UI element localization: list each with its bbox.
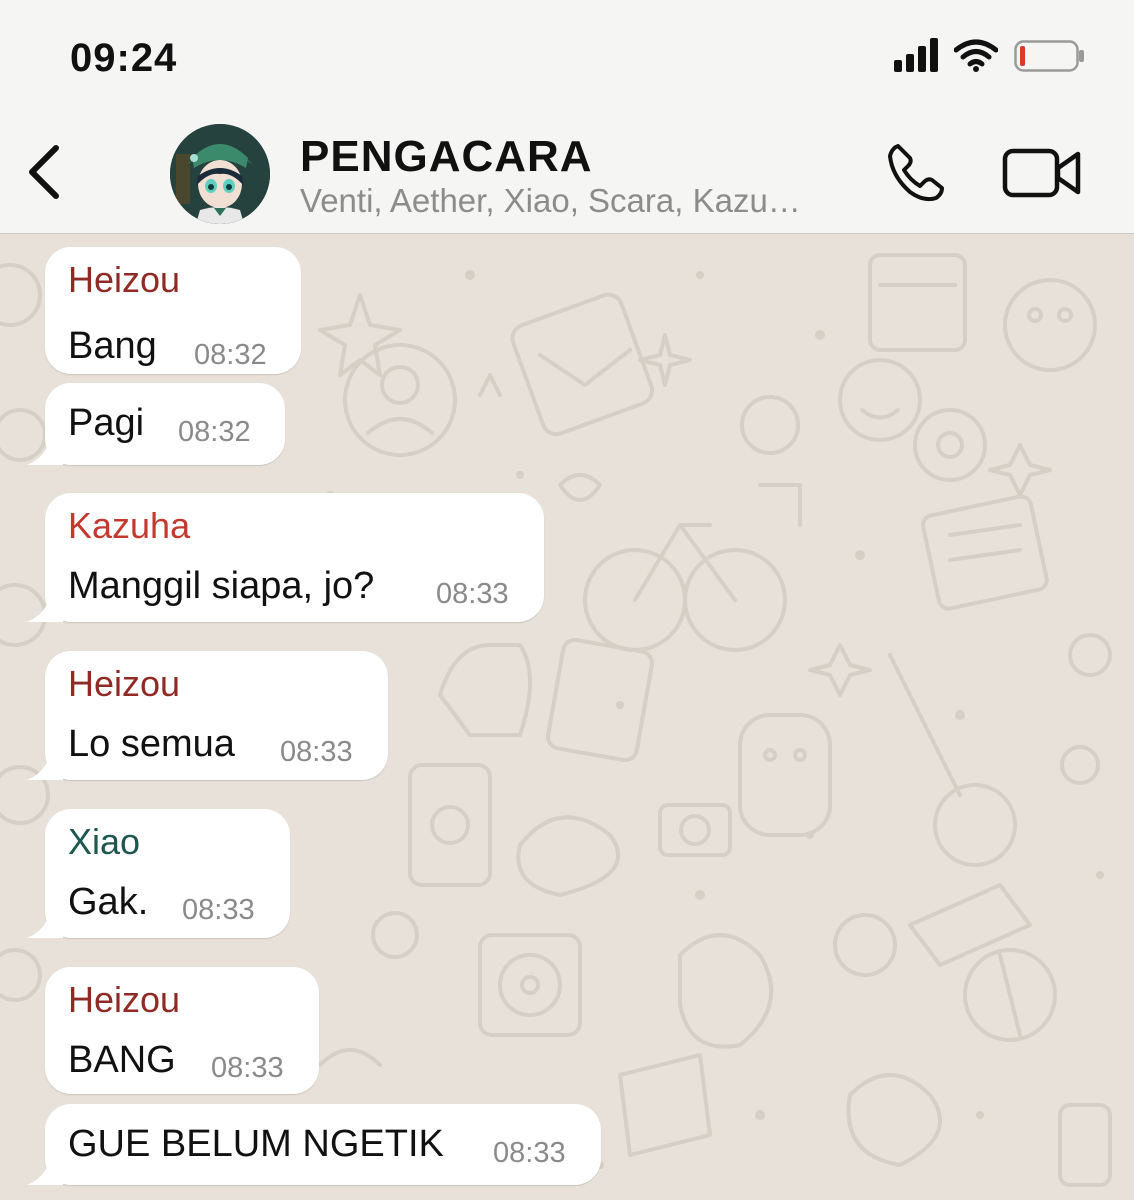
battery-low-icon — [1014, 40, 1084, 72]
bubble-tail — [27, 592, 63, 622]
message-time: 08:33 — [182, 894, 255, 926]
message-sender: Heizou — [68, 663, 181, 704]
cellular-signal-icon — [894, 36, 944, 72]
message-text: Manggil siapa, jo? — [68, 565, 375, 607]
message-text: GUE BELUM NGETIK — [68, 1123, 444, 1165]
message-bubble[interactable]: Heizou Lo semua 08:33 — [27, 651, 388, 780]
message-time: 08:33 — [493, 1137, 566, 1169]
message-text: Bang — [68, 325, 157, 367]
bubble-tail — [27, 1155, 63, 1185]
message-sender: Heizou — [68, 979, 181, 1020]
message-time: 08:33 — [280, 736, 353, 768]
group-avatar[interactable] — [170, 124, 270, 224]
message-bubble[interactable]: Xiao Gak. 08:33 — [27, 809, 290, 938]
message-bubble[interactable]: Kazuha Manggil siapa, jo? 08:33 — [27, 493, 544, 622]
message-time: 08:32 — [178, 416, 251, 448]
status-icons — [890, 36, 1090, 76]
message-text: Lo semua — [68, 723, 235, 765]
bubble-tail — [27, 435, 63, 465]
message-bubble[interactable]: Heizou BANG 08:33 — [45, 967, 319, 1094]
chat-title[interactable]: PENGACARA — [300, 132, 593, 182]
back-chevron-icon[interactable] — [22, 140, 66, 204]
message-text: Pagi — [68, 402, 145, 444]
message-bubble[interactable]: Pagi 08:32 — [27, 383, 285, 465]
message-sender: Heizou — [68, 259, 181, 300]
avatar-character-image — [170, 124, 270, 224]
message-time: 08:32 — [194, 339, 267, 371]
message-bubble[interactable]: GUE BELUM NGETIK 08:33 — [27, 1104, 601, 1185]
status-time: 09:24 — [70, 36, 178, 80]
message-time: 08:33 — [436, 578, 509, 610]
chat-area[interactable]: Heizou Bang 08:32 Pagi 08:32 Kazuha Mang… — [0, 235, 1134, 1200]
message-text: BANG — [68, 1039, 176, 1081]
chat-members[interactable]: Venti, Aether, Xiao, Scara, Kazu… — [300, 182, 860, 220]
message-bubble[interactable]: Heizou Bang 08:32 — [45, 247, 301, 374]
video-camera-icon[interactable] — [1002, 146, 1082, 200]
wifi-icon — [954, 39, 998, 72]
bubble-tail — [27, 750, 63, 780]
message-time: 08:33 — [211, 1052, 284, 1084]
message-text: Gak. — [68, 881, 149, 923]
message-sender: Kazuha — [68, 505, 191, 546]
phone-icon[interactable] — [884, 140, 948, 204]
message-sender: Xiao — [68, 821, 141, 862]
bubble-tail — [27, 908, 63, 938]
chat-header: 09:24 PENGACARA Venti, Aether, Xiao, Sca… — [0, 0, 1134, 234]
